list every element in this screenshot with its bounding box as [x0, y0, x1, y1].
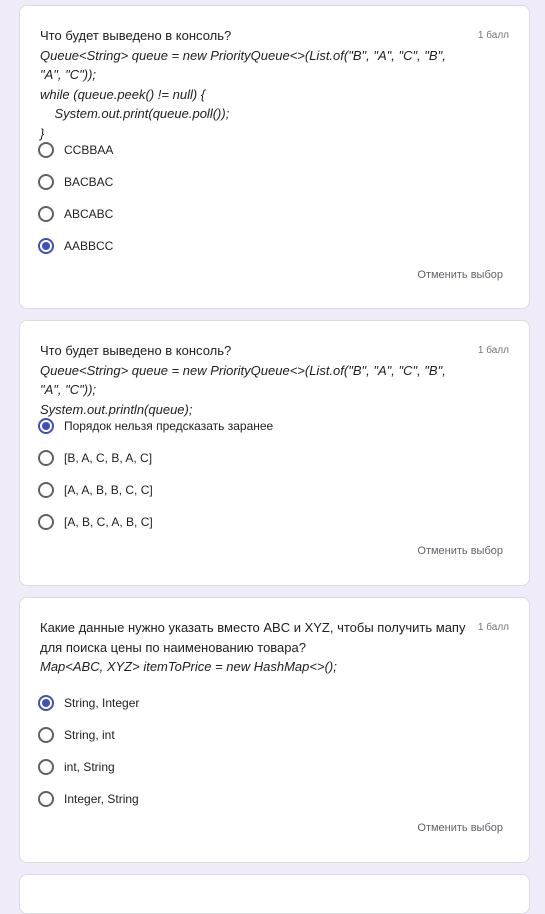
- question-text: Что будет выведено в консоль? Queue<Stri…: [40, 341, 469, 419]
- option-radio[interactable]: Порядок нельзя предсказать заранее: [38, 414, 273, 438]
- code-line: System.out.print(queue.poll());: [40, 106, 230, 121]
- code-line: Queue<String> queue = new PriorityQueue<…: [40, 362, 446, 398]
- radio-button-selected[interactable]: [38, 238, 54, 254]
- option-label: Integer, String: [64, 792, 139, 806]
- option-label: ABCABC: [64, 207, 114, 221]
- option-radio[interactable]: String, Integer: [38, 691, 139, 715]
- radio-button[interactable]: [38, 727, 54, 743]
- option-radio[interactable]: [B, A, C, B, A, C]: [38, 446, 152, 470]
- option-label: [A, B, C, A, B, C]: [64, 515, 153, 529]
- question-text: Что будет выведено в консоль? Queue<Stri…: [40, 26, 469, 143]
- code-line: Map<ABC, XYZ> itemToPrice = new HashMap<…: [40, 659, 337, 674]
- option-radio[interactable]: ABCABC: [38, 202, 113, 226]
- option-radio[interactable]: [A, B, C, A, B, C]: [38, 510, 153, 534]
- option-label: [B, A, C, B, A, C]: [64, 451, 153, 465]
- radio-button[interactable]: [38, 174, 54, 190]
- question-card-partial: [19, 874, 530, 914]
- option-label: String, int: [64, 728, 115, 742]
- option-radio[interactable]: Integer, String: [38, 787, 139, 811]
- option-label: BACBAC: [64, 175, 114, 189]
- code-line: Queue<String> queue = new PriorityQueue<…: [40, 47, 446, 83]
- radio-button[interactable]: [38, 450, 54, 466]
- option-label: [A, A, B, B, C, C]: [64, 483, 153, 497]
- option-label: String, Integer: [64, 696, 140, 710]
- option-radio[interactable]: BACBAC: [38, 170, 113, 194]
- option-label: CCBBAA: [64, 143, 114, 157]
- points-label: 1 балл: [477, 30, 509, 41]
- radio-button[interactable]: [38, 759, 54, 775]
- question-card: Что будет выведено в консоль? Queue<Stri…: [19, 5, 530, 309]
- radio-button-selected[interactable]: [38, 418, 54, 434]
- question-card: Какие данные нужно указать вместо ABC и …: [19, 597, 530, 863]
- option-label: int, String: [64, 760, 115, 774]
- radio-button-selected[interactable]: [38, 695, 54, 711]
- option-label: AABBCC: [64, 239, 114, 253]
- question-title: Что будет выведено в консоль?: [40, 343, 232, 358]
- clear-selection-button[interactable]: Отменить выбор: [417, 822, 503, 834]
- option-radio[interactable]: AABBCC: [38, 234, 113, 258]
- code-line: while (queue.peek() != null) {: [40, 86, 206, 102]
- question-title: Что будет выведено в консоль?: [40, 28, 232, 43]
- option-label: Порядок нельзя предсказать заранее: [64, 419, 274, 433]
- radio-button[interactable]: [38, 482, 54, 498]
- question-title-line: для поиска цены по наименованию товара?: [40, 639, 306, 655]
- radio-button[interactable]: [38, 514, 54, 530]
- question-title-line: Какие данные нужно указать вместо ABC и …: [40, 620, 466, 635]
- option-radio[interactable]: String, int: [38, 723, 115, 747]
- clear-selection-button[interactable]: Отменить выбор: [417, 545, 503, 557]
- points-label: 1 балл: [477, 345, 509, 356]
- question-card: Что будет выведено в консоль? Queue<Stri…: [19, 320, 530, 586]
- option-radio[interactable]: [A, A, B, B, C, C]: [38, 478, 153, 502]
- question-text: Какие данные нужно указать вместо ABC и …: [40, 618, 479, 677]
- clear-selection-button[interactable]: Отменить выбор: [417, 269, 503, 281]
- radio-button[interactable]: [38, 791, 54, 807]
- radio-button[interactable]: [38, 206, 54, 222]
- points-label: 1 балл: [477, 622, 509, 633]
- radio-button[interactable]: [38, 142, 54, 158]
- option-radio[interactable]: CCBBAA: [38, 138, 113, 162]
- option-radio[interactable]: int, String: [38, 755, 115, 779]
